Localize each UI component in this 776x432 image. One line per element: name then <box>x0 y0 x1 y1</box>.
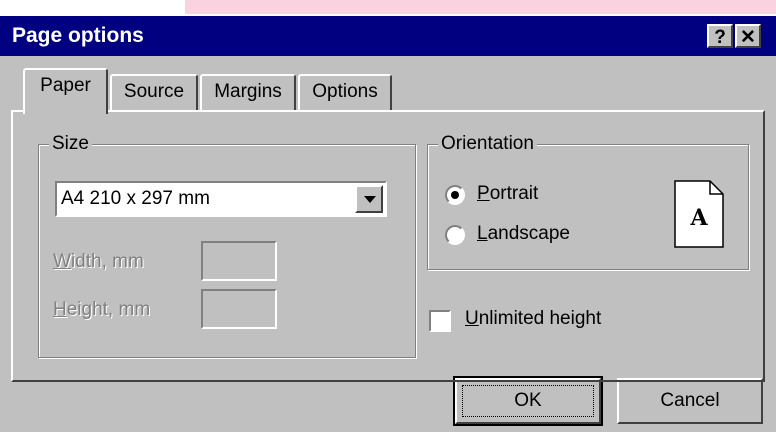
orientation-group-label: Orientation <box>438 133 537 155</box>
unlimited-height-label[interactable]: Unlimited height <box>465 308 601 330</box>
portrait-page-icon: A <box>674 180 724 248</box>
size-group: Size A4 210 x 297 mm Width, mm Height, m… <box>38 133 416 358</box>
close-button[interactable]: ✕ <box>735 24 761 48</box>
cancel-button[interactable]: Cancel <box>617 378 763 424</box>
help-button[interactable]: ? <box>707 24 733 48</box>
dropdown-button[interactable] <box>355 185 383 213</box>
background-strip <box>185 0 776 14</box>
title-bar: Page options ? ✕ <box>0 16 776 56</box>
size-group-label: Size <box>49 133 92 155</box>
portrait-label[interactable]: Portrait <box>477 183 538 205</box>
close-icon: ✕ <box>740 27 756 48</box>
width-input[interactable] <box>201 241 277 281</box>
unlimited-height-checkbox[interactable] <box>429 310 451 332</box>
tab-margins[interactable]: Margins <box>200 74 296 110</box>
ok-button[interactable]: OK <box>453 376 603 426</box>
landscape-radio[interactable] <box>445 225 465 245</box>
height-label: Height, mm <box>53 299 151 320</box>
tab-paper[interactable]: Paper <box>23 68 108 114</box>
radio-selected-dot <box>451 191 459 199</box>
window-title: Page options <box>12 24 144 47</box>
page-preview-letter: A <box>689 205 708 231</box>
tab-source[interactable]: Source <box>110 74 198 110</box>
chevron-down-icon <box>364 196 376 203</box>
tab-panel-paper: Size A4 210 x 297 mm Width, mm Height, m… <box>11 110 765 382</box>
height-input[interactable] <box>201 289 277 329</box>
page-options-dialog: Page options ? ✕ Paper Source Margins Op… <box>0 16 776 432</box>
paper-size-select[interactable]: A4 210 x 297 mm <box>55 181 387 217</box>
portrait-radio[interactable] <box>445 185 465 205</box>
tab-options[interactable]: Options <box>298 74 392 110</box>
paper-size-value: A4 210 x 297 mm <box>61 188 210 209</box>
width-label: Width, mm <box>53 251 144 272</box>
focus-rect <box>462 385 594 417</box>
landscape-label[interactable]: Landscape <box>477 223 570 245</box>
